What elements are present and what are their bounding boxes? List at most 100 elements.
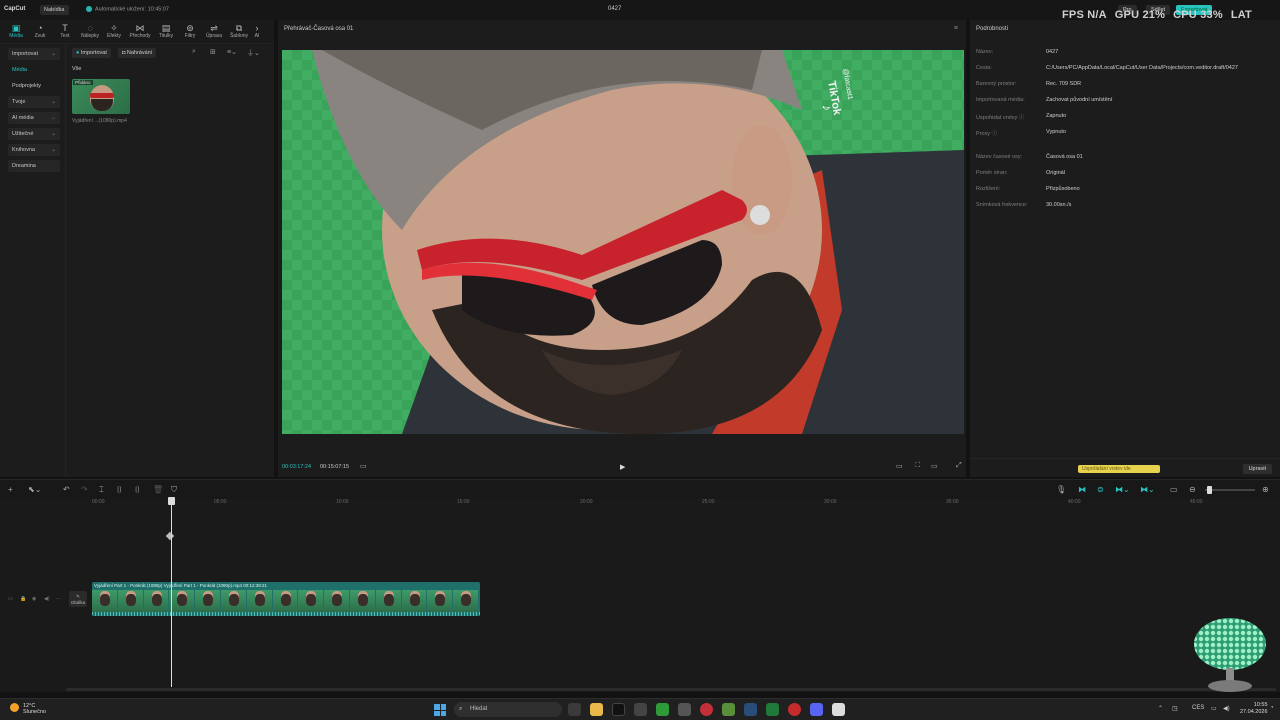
horizontal-scrollbar[interactable] xyxy=(66,688,1276,691)
preview-axis-icon[interactable]: ⧓⌄ xyxy=(1115,485,1130,494)
ratio-icon[interactable]: ▭ xyxy=(896,462,903,470)
play-button[interactable]: ▶ xyxy=(620,463,625,471)
nav-import[interactable]: Importovat ⌄ xyxy=(8,48,60,60)
notification-icon[interactable]: ◔ xyxy=(1270,705,1274,711)
track-select-icon[interactable]: ▭ xyxy=(8,596,13,602)
opera-icon[interactable] xyxy=(788,703,801,716)
capcut-taskbar-icon[interactable] xyxy=(832,703,845,716)
nav-yours[interactable]: Tvoje ⌄ xyxy=(8,96,60,108)
effects-icon: ✧ xyxy=(110,23,118,33)
tab-media[interactable]: ▣ Média xyxy=(5,23,27,39)
shield-icon[interactable]: ⛉ xyxy=(171,485,177,495)
split-icon[interactable]: ⌶ xyxy=(99,485,104,495)
speaker-icon[interactable]: ◀) xyxy=(44,596,50,602)
record-button[interactable]: ◘ Nahrávání xyxy=(118,48,157,58)
tray-chevron-icon[interactable]: ⌃ xyxy=(1158,705,1163,712)
detail-value: Zapnuto xyxy=(1046,113,1067,119)
tiktok-app-icon[interactable] xyxy=(612,703,625,716)
autosave-text: Automatické uložení: 10:45:07 xyxy=(95,6,169,13)
cover-button[interactable]: ✎ Obálka xyxy=(69,591,87,607)
video-clip[interactable]: Vyjádření Part 1 - Ponkrát (1080p) Vyjád… xyxy=(92,582,480,616)
magnet-icon[interactable]: ⊜ xyxy=(1097,485,1104,494)
xbox-icon[interactable] xyxy=(656,703,669,716)
main-menu-button[interactable]: Nabídka xyxy=(40,5,69,15)
video-frame[interactable]: ♪ TikTok @fatcast1 xyxy=(282,50,964,434)
tab-audio[interactable]: ◔ Zvuk xyxy=(29,23,51,39)
playhead[interactable] xyxy=(171,499,172,687)
system-clock[interactable]: 10:55 27.04.2026 xyxy=(1240,702,1268,716)
playhead-handle[interactable] xyxy=(168,497,175,505)
quality-icon[interactable]: ▭ xyxy=(931,462,938,470)
clip-frame xyxy=(220,590,247,612)
microphone-icon[interactable]: 🎙 xyxy=(1056,485,1066,494)
taskbar-search[interactable]: ⌕ Hledat xyxy=(454,702,562,717)
nav-ai-media[interactable]: AI média → xyxy=(8,112,60,124)
tab-captions[interactable]: ▤ Titulky xyxy=(155,23,177,39)
caption-icon[interactable]: ▭ xyxy=(1170,485,1178,494)
media-thumbnail[interactable]: Přidáno xyxy=(72,79,130,114)
grid-view-icon[interactable]: ⊞ xyxy=(210,48,216,56)
file-explorer-icon[interactable] xyxy=(590,703,603,716)
chatgpt-icon[interactable] xyxy=(634,703,647,716)
zoom-out-icon[interactable]: ⊖ xyxy=(1189,485,1196,494)
filter-icon[interactable]: ⏚⌄ xyxy=(247,48,260,58)
redo-icon[interactable]: ↷ xyxy=(81,485,88,494)
split-left-icon[interactable]: ⌷ xyxy=(117,485,122,495)
sort-icon[interactable]: ≡⌄ xyxy=(227,48,237,56)
more-icon[interactable]: ⋯ xyxy=(56,596,61,602)
timeline-area[interactable]: 00:00 05:00 10:00 15:00 20:00 25:00 30:0… xyxy=(0,497,1280,692)
excel-icon[interactable] xyxy=(766,703,779,716)
tab-text[interactable]: T Text xyxy=(54,23,76,39)
project-title: 0427 xyxy=(608,6,622,12)
import-button[interactable]: ● Importovat xyxy=(72,48,111,58)
network-icon[interactable]: ▭ xyxy=(1211,705,1217,712)
tab-transitions[interactable]: ⋈ Přechody xyxy=(129,23,151,39)
snap-icon[interactable]: ⧓⌄ xyxy=(1140,485,1155,494)
select-tool-icon[interactable]: ⬉⌄ xyxy=(28,485,41,494)
add-track-icon[interactable]: + xyxy=(8,485,13,494)
opera-gx-icon[interactable] xyxy=(700,703,713,716)
split-right-icon[interactable]: ⌷ xyxy=(135,485,140,495)
ruler-tick: 35:00 xyxy=(946,499,959,505)
nav-media[interactable]: Média xyxy=(8,64,60,76)
volume-icon[interactable]: ◀) xyxy=(1223,705,1230,712)
tab-adjust[interactable]: ⇌ Úprava xyxy=(203,23,225,39)
weather-widget[interactable]: 12°C Slunečno xyxy=(10,703,46,715)
nav-dreamina[interactable]: Dreamina xyxy=(8,160,60,172)
undo-icon[interactable]: ↶ xyxy=(63,485,70,494)
fullscreen-icon[interactable]: ⤢ xyxy=(956,462,962,470)
nav-subprojects[interactable]: Podprojekty xyxy=(8,80,60,92)
zoom-slider-handle[interactable] xyxy=(1207,486,1212,494)
tab-stickers[interactable]: ◌ Nálepky xyxy=(79,23,101,39)
zoom-fit-icon[interactable]: ⛶ xyxy=(915,462,920,470)
delete-icon[interactable]: 🗑 xyxy=(153,485,163,494)
zoom-fit-icon[interactable]: ⊕ xyxy=(1262,485,1269,494)
discord-icon[interactable] xyxy=(810,703,823,716)
tab-templates[interactable]: ⧉ Šablony xyxy=(228,23,250,39)
task-view-icon[interactable] xyxy=(568,703,581,716)
nav-library[interactable]: Knihovna ⌄ xyxy=(8,144,60,156)
steam-icon[interactable] xyxy=(744,703,757,716)
filter-all-label[interactable]: Vše xyxy=(72,66,81,72)
tab-filters[interactable]: ⊚ Filtry xyxy=(179,23,201,39)
nav-useful[interactable]: Užitečné ⌄ xyxy=(8,128,60,140)
language-indicator[interactable]: CES xyxy=(1192,705,1204,711)
zoom-slider-track[interactable] xyxy=(1205,489,1255,491)
lock-icon[interactable]: 🔒 xyxy=(20,596,26,602)
timecode-toggle-icon[interactable]: ▭ xyxy=(360,462,367,470)
timeline-marker[interactable] xyxy=(165,531,175,541)
tab-ai[interactable]: › AI xyxy=(248,23,266,39)
detail-value: Vypnuto xyxy=(1046,129,1066,135)
windows-start-icon[interactable] xyxy=(434,704,446,716)
eye-icon[interactable]: ◉ xyxy=(32,596,36,602)
tray-app-icon[interactable]: ◳ xyxy=(1172,705,1178,712)
cover-label: Obálka xyxy=(70,600,86,605)
tab-effects[interactable]: ✧ Efekty xyxy=(103,23,125,39)
menu-icon[interactable]: ≡ xyxy=(954,25,958,32)
edit-button[interactable]: Upravit xyxy=(1242,464,1272,474)
search-icon[interactable]: ⌕ xyxy=(192,48,196,56)
captions-icon: ▤ xyxy=(161,23,171,33)
xbox-alt-icon[interactable] xyxy=(678,703,691,716)
link-icon[interactable]: ⧓ xyxy=(1078,485,1086,494)
chrome-icon[interactable] xyxy=(722,703,735,716)
